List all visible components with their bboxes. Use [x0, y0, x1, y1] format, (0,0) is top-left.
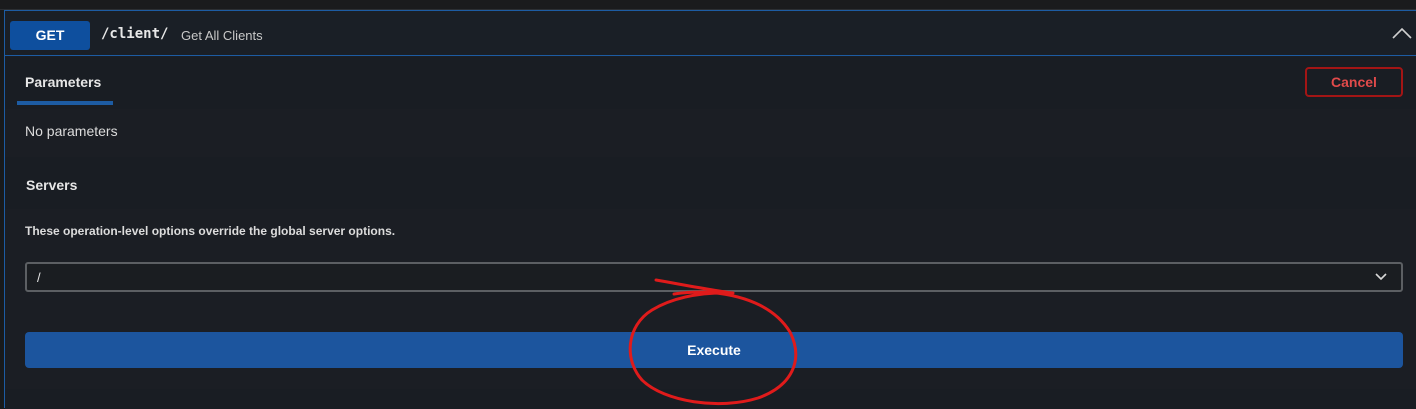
operation-block: GET /client/ Get All Clients Parameters …	[4, 10, 1416, 409]
chevron-up-icon[interactable]	[1391, 25, 1413, 41]
top-divider	[0, 0, 1416, 10]
servers-title: Servers	[26, 177, 78, 193]
servers-body: These operation-level options override t…	[5, 209, 1416, 389]
tab-parameters[interactable]: Parameters	[17, 57, 113, 105]
servers-note: These operation-level options override t…	[25, 224, 396, 238]
method-badge: GET	[10, 21, 90, 50]
chevron-down-icon	[1375, 273, 1387, 281]
parameters-header: Parameters Cancel	[5, 57, 1416, 109]
execute-button[interactable]: Execute	[25, 332, 1403, 368]
operation-path: /client/	[101, 26, 169, 42]
bottom-strip	[5, 389, 1416, 409]
servers-header: Servers	[5, 157, 1416, 209]
no-parameters-text: No parameters	[25, 123, 118, 139]
tab-parameters-label: Parameters	[25, 74, 102, 90]
operation-description: Get All Clients	[181, 28, 263, 43]
operation-summary[interactable]: GET /client/ Get All Clients	[5, 11, 1416, 56]
server-select[interactable]: /	[25, 262, 1403, 292]
server-select-value: /	[37, 270, 41, 285]
cancel-button[interactable]: Cancel	[1305, 67, 1403, 97]
parameters-body: No parameters	[5, 109, 1416, 157]
